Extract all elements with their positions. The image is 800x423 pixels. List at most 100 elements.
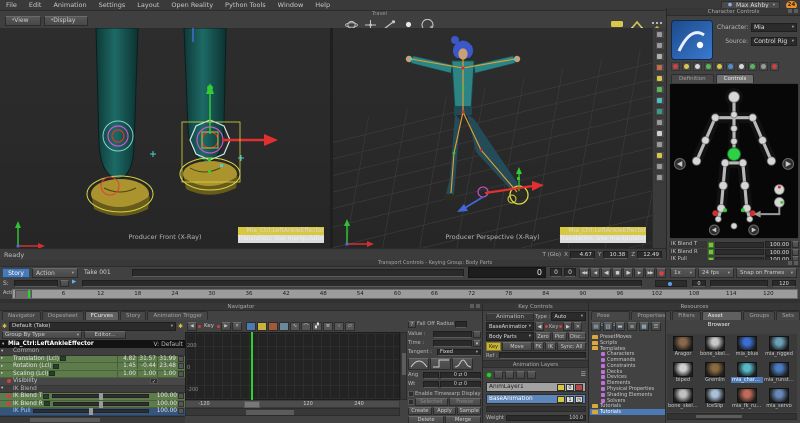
property-row[interactable]: ▸ Translation (Lcl) 4.82 31.57 31.99 (0, 355, 185, 363)
resources-tab[interactable]: Groups (743, 311, 776, 320)
panel-window-buttons[interactable] (788, 9, 798, 13)
merge-layer-button[interactable] (516, 370, 525, 379)
property-row[interactable]: IK Blend T 100.00 (0, 393, 185, 401)
character-tool-icon[interactable] (748, 62, 757, 71)
display-menu-button[interactable]: ▾ Display (44, 16, 88, 26)
prev-key-button[interactable]: ◀ (535, 322, 544, 331)
group-by-dropdown[interactable]: Group By Type ▾ (2, 331, 82, 339)
delete-button[interactable]: Delete (408, 416, 444, 423)
transport-button[interactable]: ■ (612, 268, 622, 278)
duplicate-layer-button[interactable] (505, 370, 514, 379)
viewport-tool-icon[interactable] (654, 129, 665, 138)
timewarp-mode-box[interactable] (408, 399, 414, 405)
viewport-tool-icon[interactable] (654, 30, 665, 39)
value-z[interactable]: 1.00 (157, 370, 177, 377)
timeline-overview-strip[interactable] (132, 269, 464, 277)
merge-button[interactable]: Merge (445, 416, 481, 423)
character-tool-icon[interactable] (671, 62, 680, 71)
timeline-range-track[interactable] (82, 280, 642, 287)
property-slider[interactable] (32, 408, 149, 416)
tree-divider[interactable] (665, 311, 666, 423)
viewport-front[interactable]: Producer Front (X-Ray) Mia_Ctrl:LeftAnkl… (0, 28, 330, 248)
viewport-tool-icon[interactable] (654, 107, 665, 116)
menu-item[interactable]: Edit (23, 0, 48, 11)
tangent-step-icon[interactable] (430, 357, 451, 370)
navigator-tab[interactable]: Animation Trigger (147, 311, 209, 320)
resources-tab[interactable]: Sets (776, 311, 800, 320)
ik-slider-value[interactable]: 100.00 (765, 241, 791, 249)
move-keys-button[interactable]: Move Keys (502, 342, 532, 358)
viewport-tool-icon[interactable] (654, 140, 665, 149)
layer-index[interactable]: 1 (566, 395, 574, 403)
playback-speed-dropdown[interactable]: 1x ▾ (670, 268, 696, 278)
fcurve-tool-icon[interactable]: ∿ (289, 321, 300, 331)
menu-item[interactable]: Animation (47, 0, 92, 11)
view-mode-icon[interactable]: ▥ (603, 322, 613, 331)
new-layer-button[interactable] (494, 370, 503, 379)
menu-item[interactable]: Python Tools (219, 0, 272, 11)
selected-button[interactable]: Selected (415, 398, 448, 406)
discontinuity-button[interactable]: Disc... (568, 332, 586, 341)
layer-key-button[interactable] (557, 383, 565, 391)
visibility-checkbox[interactable]: ✓ (150, 378, 158, 385)
asset-item[interactable]: mia_rigged (763, 334, 795, 360)
keyable-box[interactable] (708, 249, 714, 256)
resources-tab[interactable]: Pose Controls (591, 311, 631, 328)
character-tool-icon[interactable] (693, 62, 702, 71)
row-options-button[interactable] (178, 355, 184, 362)
value-x[interactable]: 4.82 (117, 355, 137, 362)
time-options-button[interactable]: ▾ (473, 339, 481, 347)
viewport-perspective[interactable]: Producer Perspective (X-Ray) Mia_Ctrl:Le… (333, 28, 652, 248)
pane-window-buttons[interactable] (470, 304, 480, 308)
take-dropdown[interactable]: Default (Take) ▾ (9, 321, 176, 331)
graph-vscrollbar[interactable] (400, 332, 407, 400)
view-mode-icon[interactable]: ▦ (639, 322, 649, 331)
view-mode-icon[interactable]: ≡ (627, 322, 637, 331)
range-end-field[interactable]: 120 (772, 280, 796, 287)
asset-item[interactable]: bone_skelet... (699, 334, 731, 360)
current-frame-field[interactable]: 0 (468, 267, 546, 278)
row-options-button[interactable] (178, 363, 184, 370)
subframe-field[interactable]: 0 (550, 268, 562, 277)
layer-key-button[interactable] (557, 395, 565, 403)
ik-button[interactable]: IK (545, 342, 556, 351)
favorite-icon[interactable]: ✱ (178, 323, 183, 330)
keyable-box[interactable] (708, 241, 714, 248)
keyable-box[interactable] (59, 356, 66, 362)
ik-slider-options-button[interactable] (792, 248, 799, 256)
resources-tab[interactable]: Asset Browser (701, 311, 743, 328)
transport-button[interactable]: ▮▶ (623, 268, 633, 278)
character-select[interactable]: Mia ▾ (751, 23, 797, 32)
pan-icon[interactable] (363, 16, 378, 30)
selected-node-header[interactable]: ▾ Mia_Ctrl:LeftAnkleEffector V: Default (0, 340, 185, 348)
transport-window-buttons[interactable] (788, 261, 798, 265)
property-row[interactable]: IK Blend R 100.00 (0, 400, 185, 408)
layer-index[interactable]: 0 (566, 383, 574, 391)
navigator-tab[interactable]: Dopesheet (41, 311, 84, 320)
favorite-icon[interactable]: ✱ (2, 323, 7, 330)
fcurve-tool-icon[interactable] (267, 321, 278, 331)
editor-button[interactable]: Editor... (84, 331, 126, 339)
character-controls-tab[interactable]: Controls (715, 74, 755, 83)
property-value[interactable]: 100.00 (153, 393, 177, 399)
tangent-dropdown[interactable]: Fixed ▾ (437, 348, 481, 356)
fcurve-tool-icon[interactable]: ·: (333, 321, 344, 331)
character-tool-icon[interactable] (737, 62, 746, 71)
value-z[interactable]: 31.99 (157, 355, 177, 362)
property-row[interactable]: ▸ Rotation (Lcl) 1.45 -0.44 23.48 (0, 363, 185, 371)
key-dots-icon[interactable] (650, 16, 664, 30)
character-tool-icon[interactable] (759, 62, 768, 71)
fall-off-field[interactable] (454, 320, 467, 328)
property-slider[interactable] (52, 393, 149, 401)
prev-key-button[interactable]: ◀ (187, 321, 197, 331)
viewport-tool-icon[interactable] (654, 41, 665, 50)
range-start-field[interactable]: 0 (692, 280, 706, 287)
asset-item[interactable]: bone_skeleton (667, 386, 699, 412)
character-rig-view[interactable] (669, 83, 799, 239)
viewport-tool-icon[interactable] (654, 96, 665, 105)
row-options-button[interactable] (178, 370, 184, 377)
animation-layer-row[interactable]: BaseAnimation 1 ◷ (486, 394, 586, 404)
asset-item[interactable]: mia_characteri... (731, 360, 763, 386)
property-value[interactable]: 100.00 (153, 401, 177, 407)
freeze-button[interactable]: Freeze (448, 398, 481, 406)
